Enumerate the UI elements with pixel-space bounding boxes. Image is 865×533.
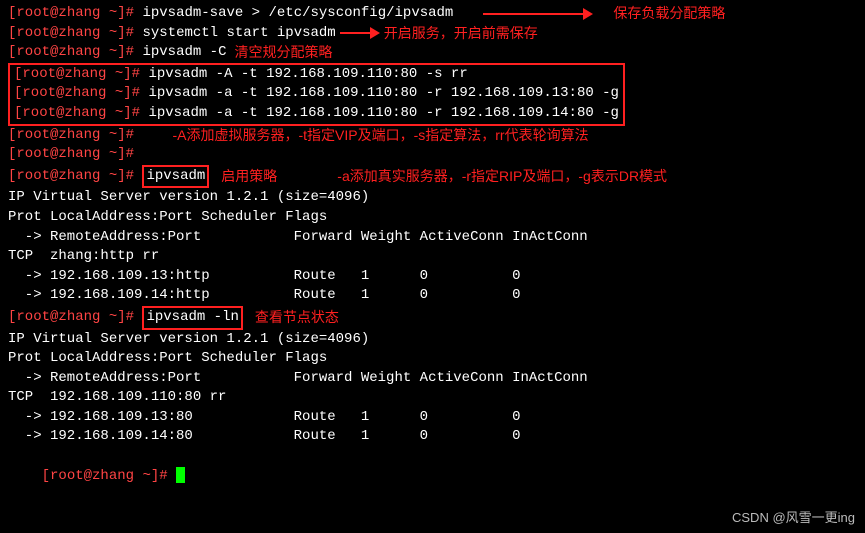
cmd-text: ipvsadm -A -t 192.168.109.110:80 -s rr [148,66,467,82]
boxed-commands: [root@zhang ~]# ipvsadm -A -t 192.168.10… [8,63,857,126]
cmd-line-9: [root@zhang ~]# ipvsadm 启用策略 -a添加真实服务器，-… [8,165,857,189]
annotation-a: -a添加真实服务器，-r指定RIP及端口，-g表示DR模式 [337,167,667,187]
annotation-enable: 启用策略 [221,167,277,187]
cmd-line-2: [root@zhang ~]# systemctl start ipvsadm … [8,24,857,44]
output-line: TCP 192.168.109.110:80 rr [8,388,857,408]
output-line: -> 192.168.109.14:http Route 1 0 0 [8,286,857,306]
output-line: -> 192.168.109.13:http Route 1 0 0 [8,267,857,287]
output-line: Prot LocalAddress:Port Scheduler Flags [8,208,857,228]
output-line: -> 192.168.109.14:80 Route 1 0 0 [8,427,857,447]
cmd-line-1: [root@zhang ~]# ipvsadm-save > /etc/sysc… [8,4,857,24]
cmd-line-5: [root@zhang ~]# ipvsadm -a -t 192.168.10… [14,84,619,104]
cmd-line-8: [root@zhang ~]# [8,145,857,165]
output-line: -> 192.168.109.13:80 Route 1 0 0 [8,408,857,428]
output-line: -> RemoteAddress:Port Forward Weight Act… [8,228,857,248]
cmd-ipvsadm-ln-boxed: ipvsadm -ln [142,306,242,330]
cmd-text: systemctl start ipvsadm [142,24,335,44]
annotation-start: 开启服务，开启前需保存 [384,24,538,44]
output-line: -> RemoteAddress:Port Forward Weight Act… [8,369,857,389]
cmd-line-final[interactable]: [root@zhang ~]# [8,447,857,506]
cmd-line-6: [root@zhang ~]# ipvsadm -a -t 192.168.10… [14,104,619,124]
cursor-icon [176,467,185,483]
cmd-line-10: [root@zhang ~]# ipvsadm -ln 查看节点状态 [8,306,857,330]
cmd-text: ipvsadm -C [142,43,226,63]
annotation-save: 保存负载分配策略 [613,4,725,24]
output-line: Prot LocalAddress:Port Scheduler Flags [8,349,857,369]
output-line: IP Virtual Server version 1.2.1 (size=40… [8,188,857,208]
cmd-ipvsadm-boxed: ipvsadm [142,165,209,189]
output-line: IP Virtual Server version 1.2.1 (size=40… [8,330,857,350]
arrow-icon [483,9,593,19]
annotation-status: 查看节点状态 [255,308,339,328]
cmd-line-3: [root@zhang ~]# ipvsadm -C 清空规分配策略 [8,43,857,63]
watermark: CSDN @风雪一更ing [732,509,855,527]
cmd-text: ipvsadm-save > /etc/sysconfig/ipvsadm [142,4,453,24]
output-line: TCP zhang:http rr [8,247,857,267]
cmd-text: ipvsadm -a -t 192.168.109.110:80 -r 192.… [148,105,618,121]
annotation-clear: 清空规分配策略 [234,43,332,63]
terminal[interactable]: [root@zhang ~]# ipvsadm-save > /etc/sysc… [8,4,857,506]
annotation-A: -A添加虚拟服务器，-t指定VIP及端口，-s指定算法，rr代表轮询算法 [172,126,588,146]
cmd-line-7: [root@zhang ~]# -A添加虚拟服务器，-t指定VIP及端口，-s指… [8,126,857,146]
cmd-line-4: [root@zhang ~]# ipvsadm -A -t 192.168.10… [14,65,619,85]
cmd-text: ipvsadm -a -t 192.168.109.110:80 -r 192.… [148,85,618,101]
arrow-icon [340,28,380,38]
